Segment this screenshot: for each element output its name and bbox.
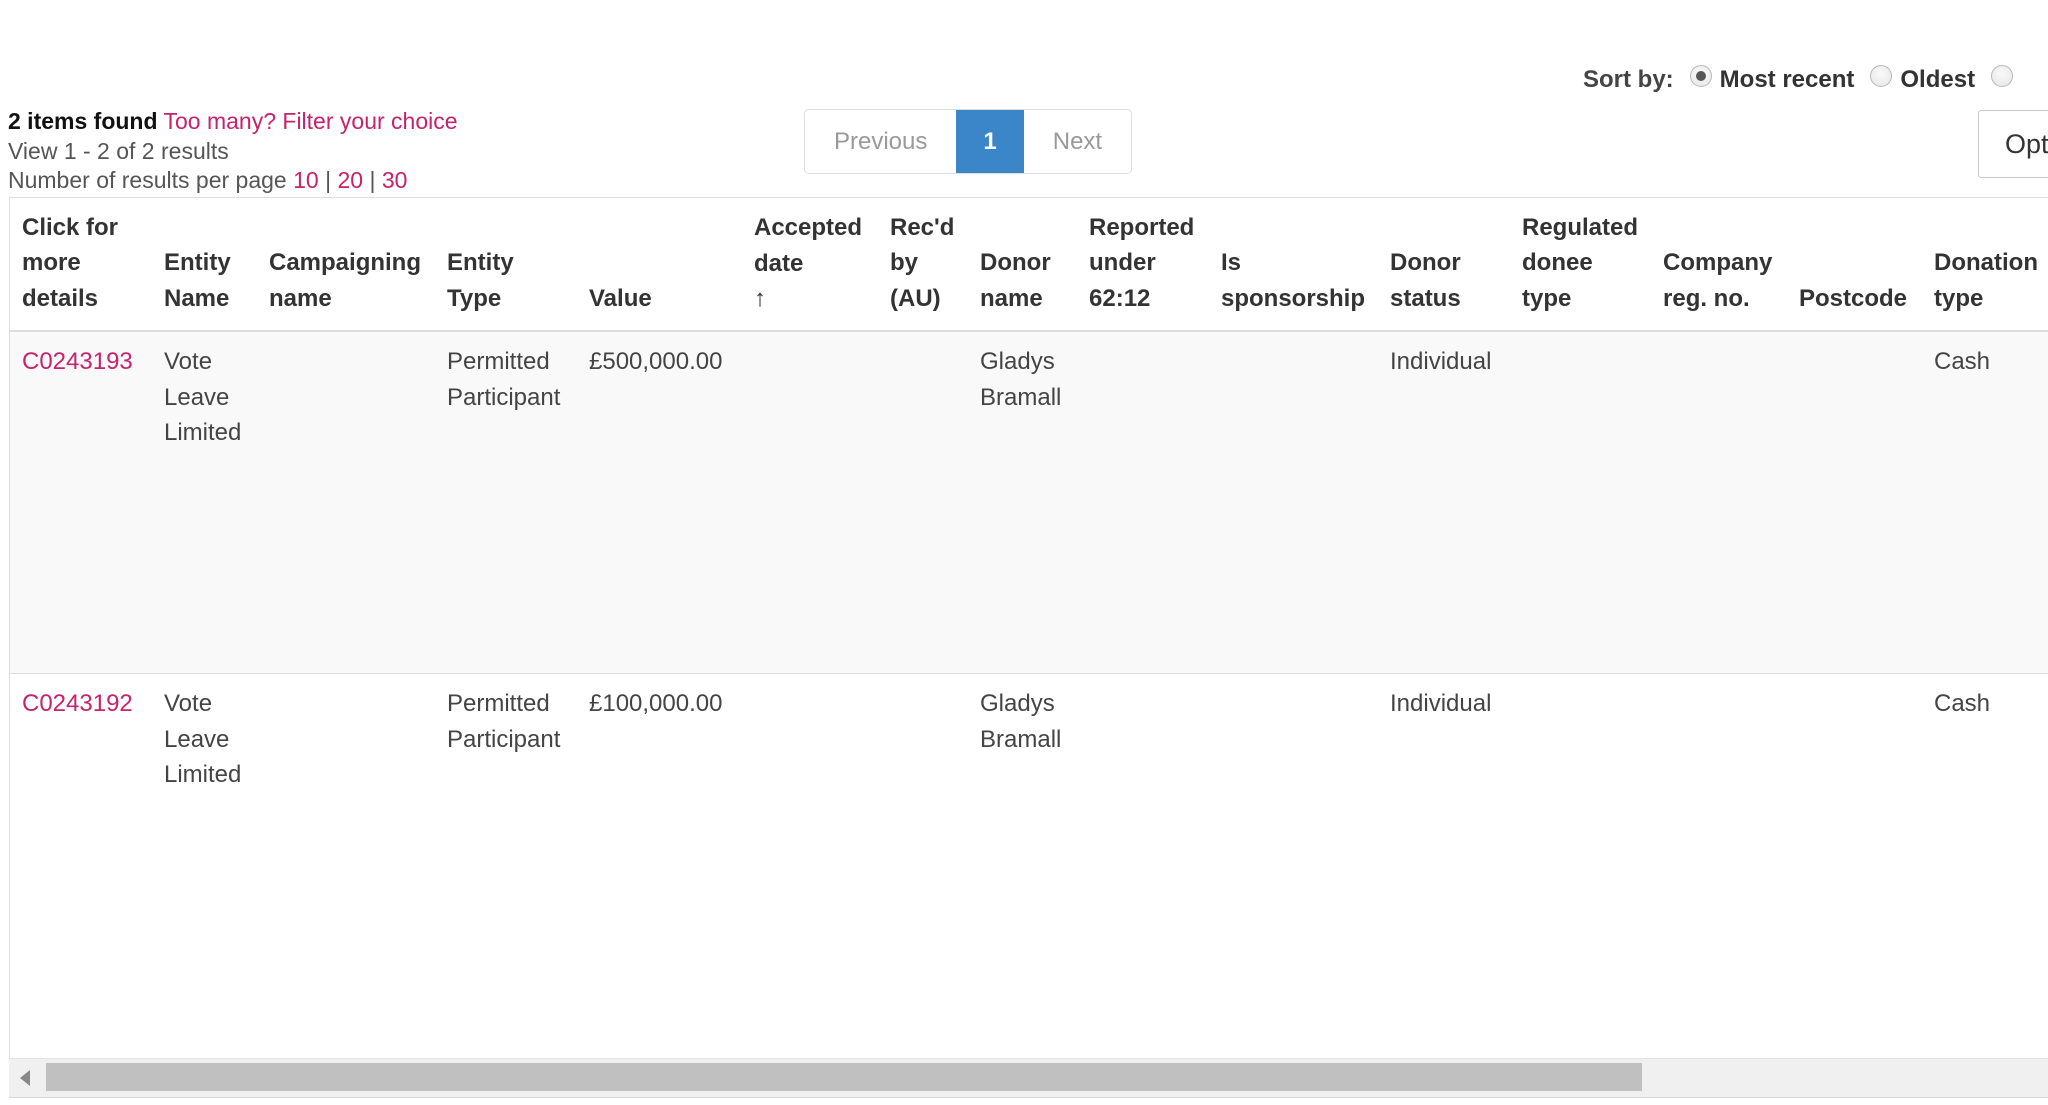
next-page-button[interactable]: Next <box>1023 110 1132 173</box>
filter-link[interactable]: Too many? Filter your choice <box>164 108 458 134</box>
per-page-label: Number of results per page <box>8 167 287 193</box>
page-1-button[interactable]: 1 <box>956 110 1024 173</box>
results-table: Click for more details Entity Name Campa… <box>9 197 2048 1096</box>
column-header-donor-name[interactable]: Donor name <box>980 245 1051 316</box>
per-page-10[interactable]: 10 <box>293 167 319 193</box>
sort-option-label: Oldest <box>1900 66 1976 93</box>
column-header-donor-status[interactable]: Donor status <box>1390 245 1461 316</box>
horizontal-scrollbar[interactable] <box>9 1058 2048 1098</box>
cell-entity-type: Permitted Participant <box>447 348 561 411</box>
cell-value: £100,000.00 <box>589 690 723 717</box>
previous-page-button[interactable]: Previous <box>805 110 957 173</box>
cell-donor-name: Gladys Bramall <box>980 348 1062 411</box>
radio-most-recent[interactable] <box>1689 65 1712 87</box>
radio-oldest[interactable] <box>1870 65 1893 87</box>
table-row: C0243192 Vote Leave Limited Permitted Pa… <box>10 674 2048 1074</box>
column-header-entity-name[interactable]: Entity Name <box>164 245 231 316</box>
cell-entity-name: Vote Leave Limited <box>164 690 242 788</box>
sort-arrow-up-icon[interactable]: ↑ <box>754 281 766 317</box>
per-page-separator: | <box>369 167 376 193</box>
cell-donor-status: Individual <box>1390 348 1492 375</box>
column-header-regulated-donee-type[interactable]: Regulated donee type <box>1522 210 1638 317</box>
table-row: C0243193 Vote Leave Limited Permitted Pa… <box>10 332 2048 674</box>
per-page-30[interactable]: 30 <box>382 167 408 193</box>
per-page-20[interactable]: 20 <box>337 167 363 193</box>
column-header-reported-under[interactable]: Reported under 62:12 <box>1089 210 1194 317</box>
table-header: Click for more details Entity Name Campa… <box>10 198 2048 332</box>
items-found: 2 items found <box>8 108 158 134</box>
results-summary: 2 items found Too many? Filter your choi… <box>8 107 458 196</box>
per-page-separator: | <box>325 167 332 193</box>
cell-donor-name: Gladys Bramall <box>980 690 1062 753</box>
column-header-recd-by-au[interactable]: Rec'd by (AU) <box>890 210 954 317</box>
column-header-accepted-date[interactable]: Accepted date <box>754 210 862 281</box>
sort-option-label: Most recent <box>1719 66 1855 93</box>
column-header-is-sponsorship[interactable]: Is sponsorship <box>1221 245 1365 316</box>
cell-entity-type: Permitted Participant <box>447 690 561 753</box>
sort-option-third[interactable] <box>1991 65 2021 91</box>
cell-donor-status: Individual <box>1390 690 1492 717</box>
cell-entity-name: Vote Leave Limited <box>164 348 242 446</box>
column-header-donation-type[interactable]: Donation type <box>1934 245 2038 316</box>
column-header-company-reg-no[interactable]: Company reg. no. <box>1663 245 1772 316</box>
sort-option-oldest[interactable]: Oldest <box>1870 65 1976 94</box>
donation-ref-link[interactable]: C0243192 <box>22 686 133 722</box>
pagination: Previous 1 Next <box>804 109 1133 174</box>
options-button[interactable]: Opt <box>1978 110 2048 178</box>
column-header-details: Click for more details <box>22 213 119 312</box>
found-line: 2 items found Too many? Filter your choi… <box>8 107 458 137</box>
column-header-entity-type[interactable]: Entity Type <box>447 245 514 316</box>
scroll-left-arrow-icon[interactable] <box>20 1070 30 1086</box>
column-header-campaigning-name[interactable]: Campaigning name <box>269 245 421 316</box>
sort-label: Sort by: <box>1583 66 1674 93</box>
radio-third[interactable] <box>1991 65 2014 87</box>
cell-donation-type: Cash <box>1934 348 1991 375</box>
sort-bar: Sort by: Most recent Oldest <box>1583 65 2037 94</box>
cell-donation-type: Cash <box>1934 690 1991 717</box>
view-range: View 1 - 2 of 2 results <box>8 137 229 164</box>
per-page-line: Number of results per page 10 | 20 | 30 <box>8 166 458 196</box>
cell-value: £500,000.00 <box>589 348 723 375</box>
donation-ref-link[interactable]: C0243193 <box>22 344 133 380</box>
column-header-postcode[interactable]: Postcode <box>1799 281 1907 317</box>
scrollbar-thumb[interactable] <box>46 1063 1642 1091</box>
sort-option-most-recent[interactable]: Most recent <box>1689 65 1855 94</box>
column-header-value[interactable]: Value <box>589 281 652 317</box>
